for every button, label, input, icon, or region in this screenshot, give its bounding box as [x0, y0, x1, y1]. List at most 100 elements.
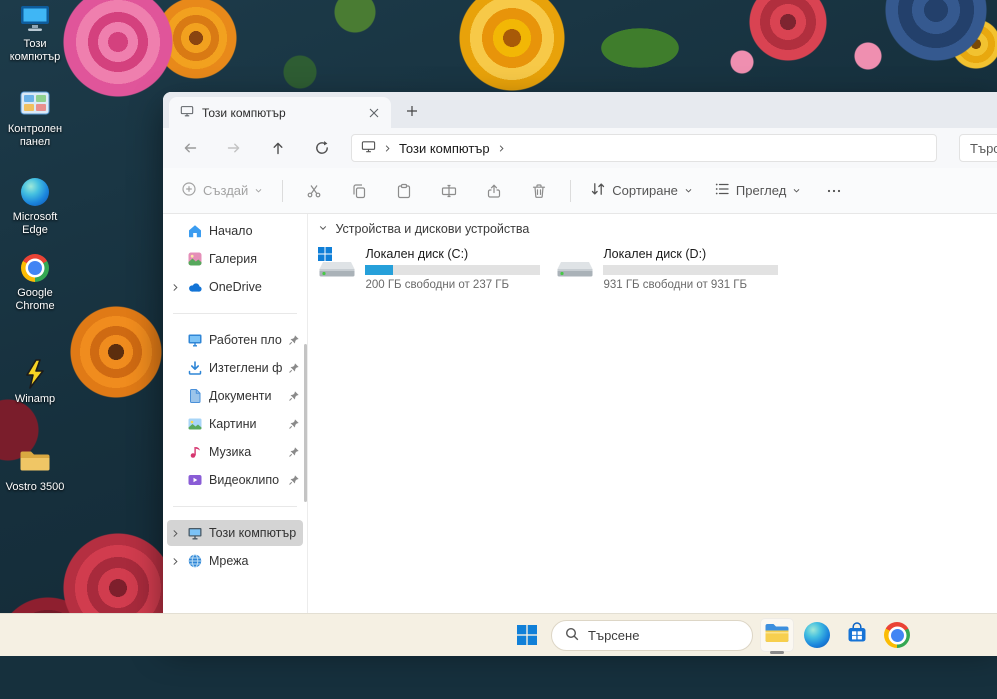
tab-close-icon[interactable]: [365, 104, 383, 122]
sidebar-divider: [173, 506, 297, 507]
back-button[interactable]: [175, 133, 205, 163]
tab-title: Този компютър: [202, 106, 357, 120]
drive-list: Локален диск (C:) 200 ГБ свободни от 237…: [318, 246, 997, 291]
forward-button[interactable]: [219, 133, 249, 163]
this-pc-icon: [0, 3, 70, 35]
section-collapse-chevron-icon[interactable]: [318, 222, 328, 236]
drive-tile-d[interactable]: Локален диск (D:) 931 ГБ свободни от 931…: [556, 246, 780, 291]
taskbar-edge[interactable]: [800, 618, 834, 652]
drive-tile-c[interactable]: Локален диск (C:) 200 ГБ свободни от 237…: [318, 246, 542, 291]
sidebar-item-network[interactable]: Мрежа: [167, 548, 303, 574]
sidebar-scrollbar[interactable]: [304, 344, 307, 502]
hard-drive-icon: [318, 246, 356, 280]
breadcrumb[interactable]: Този компютър: [399, 141, 490, 156]
microsoft-store-icon: [845, 621, 869, 650]
hard-drive-icon: [556, 246, 594, 280]
edge-icon: [0, 176, 70, 208]
cut-button[interactable]: [294, 175, 334, 207]
more-options-button[interactable]: [814, 175, 854, 207]
desktop-icon-edge[interactable]: Microsoft Edge: [0, 176, 70, 237]
network-globe-icon: [187, 553, 203, 569]
sort-button[interactable]: Сортиране: [582, 175, 701, 207]
chevron-right-icon[interactable]: [170, 556, 181, 567]
pin-icon: [288, 390, 300, 402]
breadcrumb-chevron-icon[interactable]: [383, 141, 392, 156]
sidebar-item-videos[interactable]: Видеоклипо: [167, 467, 303, 493]
search-icon: [565, 627, 579, 644]
sidebar-divider: [173, 313, 297, 314]
desktop-icon-label: Google Chrome: [0, 287, 70, 313]
this-pc-icon: [187, 525, 203, 541]
chevron-right-icon[interactable]: [170, 282, 181, 293]
sidebar-item-this-pc[interactable]: Този компютър: [167, 520, 303, 546]
taskbar-chrome[interactable]: [880, 618, 914, 652]
sidebar-item-documents[interactable]: Документи: [167, 383, 303, 409]
taskbar-store[interactable]: [840, 618, 874, 652]
home-icon: [187, 223, 203, 239]
chrome-icon: [884, 622, 910, 648]
pin-icon: [288, 362, 300, 374]
pictures-icon: [187, 416, 203, 432]
breadcrumb-chevron-icon[interactable]: [497, 141, 506, 156]
drive-capacity-bar: [365, 265, 540, 275]
desktop-icon-label: Vostro 3500: [0, 481, 70, 494]
search-placeholder: Търсене: [970, 141, 997, 156]
sidebar-item-downloads[interactable]: Изтеглени ф: [167, 355, 303, 381]
drive-used-fill: [365, 265, 393, 275]
sidebar-item-onedrive[interactable]: OneDrive: [167, 274, 303, 300]
taskbar: Търсене: [0, 613, 997, 656]
section-devices-header[interactable]: Устройства и дискови устройства: [318, 220, 997, 238]
this-pc-tab-icon: [180, 104, 194, 121]
desktop-icon-label: Този компютър: [0, 38, 70, 64]
address-bar[interactable]: Този компютър: [351, 134, 937, 162]
paste-button[interactable]: [384, 175, 424, 207]
taskbar-search[interactable]: Търсене: [551, 620, 753, 651]
section-title: Устройства и дискови устройства: [335, 222, 529, 236]
toolbar-divider: [570, 180, 571, 202]
share-button[interactable]: [474, 175, 514, 207]
sidebar-item-gallery[interactable]: Галерия: [167, 246, 303, 272]
sidebar: Начало Галерия OneDrive: [163, 214, 308, 614]
start-button[interactable]: [510, 618, 544, 652]
desktop-icon-label: Контролен панел: [0, 123, 70, 149]
desktop-icon-vostro-folder[interactable]: Vostro 3500: [0, 446, 70, 494]
sidebar-item-home[interactable]: Начало: [167, 218, 303, 244]
gallery-icon: [187, 251, 203, 267]
refresh-button[interactable]: [307, 133, 337, 163]
chevron-down-icon: [254, 183, 263, 198]
new-tab-button[interactable]: [399, 98, 425, 124]
view-button[interactable]: Преглед: [706, 175, 809, 207]
folder-icon: [0, 446, 70, 478]
sidebar-item-desktop[interactable]: Работен пло: [167, 327, 303, 353]
rename-button[interactable]: [429, 175, 469, 207]
desktop-icon-chrome[interactable]: Google Chrome: [0, 252, 70, 313]
command-bar: Създай: [163, 168, 997, 214]
pin-icon: [288, 418, 300, 430]
desktop-icon-winamp[interactable]: Winamp: [0, 358, 70, 406]
copy-button[interactable]: [339, 175, 379, 207]
explorer-search-input[interactable]: Търсене: [959, 134, 997, 162]
taskbar-search-label: Търсене: [588, 628, 639, 643]
explorer-tab[interactable]: Този компютър: [169, 97, 391, 128]
delete-button[interactable]: [519, 175, 559, 207]
desktop-folder-icon: [187, 332, 203, 348]
documents-icon: [187, 388, 203, 404]
desktop-icon-this-pc[interactable]: Този компютър: [0, 3, 70, 64]
explorer-window: Този компютър: [163, 92, 997, 638]
desktop-icon-control-panel[interactable]: Контролен панел: [0, 88, 70, 149]
pin-icon: [288, 446, 300, 458]
chrome-icon: [0, 252, 70, 284]
taskbar-file-explorer[interactable]: [760, 618, 794, 652]
windows-logo-icon: [516, 624, 538, 646]
file-explorer-icon: [764, 622, 790, 649]
chevron-right-icon[interactable]: [170, 528, 181, 539]
sidebar-item-music[interactable]: Музика: [167, 439, 303, 465]
control-panel-icon: [0, 88, 70, 120]
desktop-icon-label: Winamp: [0, 393, 70, 406]
pin-icon: [288, 474, 300, 486]
desktop-icon-label: Microsoft Edge: [0, 211, 70, 237]
up-button[interactable]: [263, 133, 293, 163]
sidebar-item-pictures[interactable]: Картини: [167, 411, 303, 437]
pin-icon: [288, 334, 300, 346]
new-button[interactable]: Създай: [173, 175, 271, 207]
